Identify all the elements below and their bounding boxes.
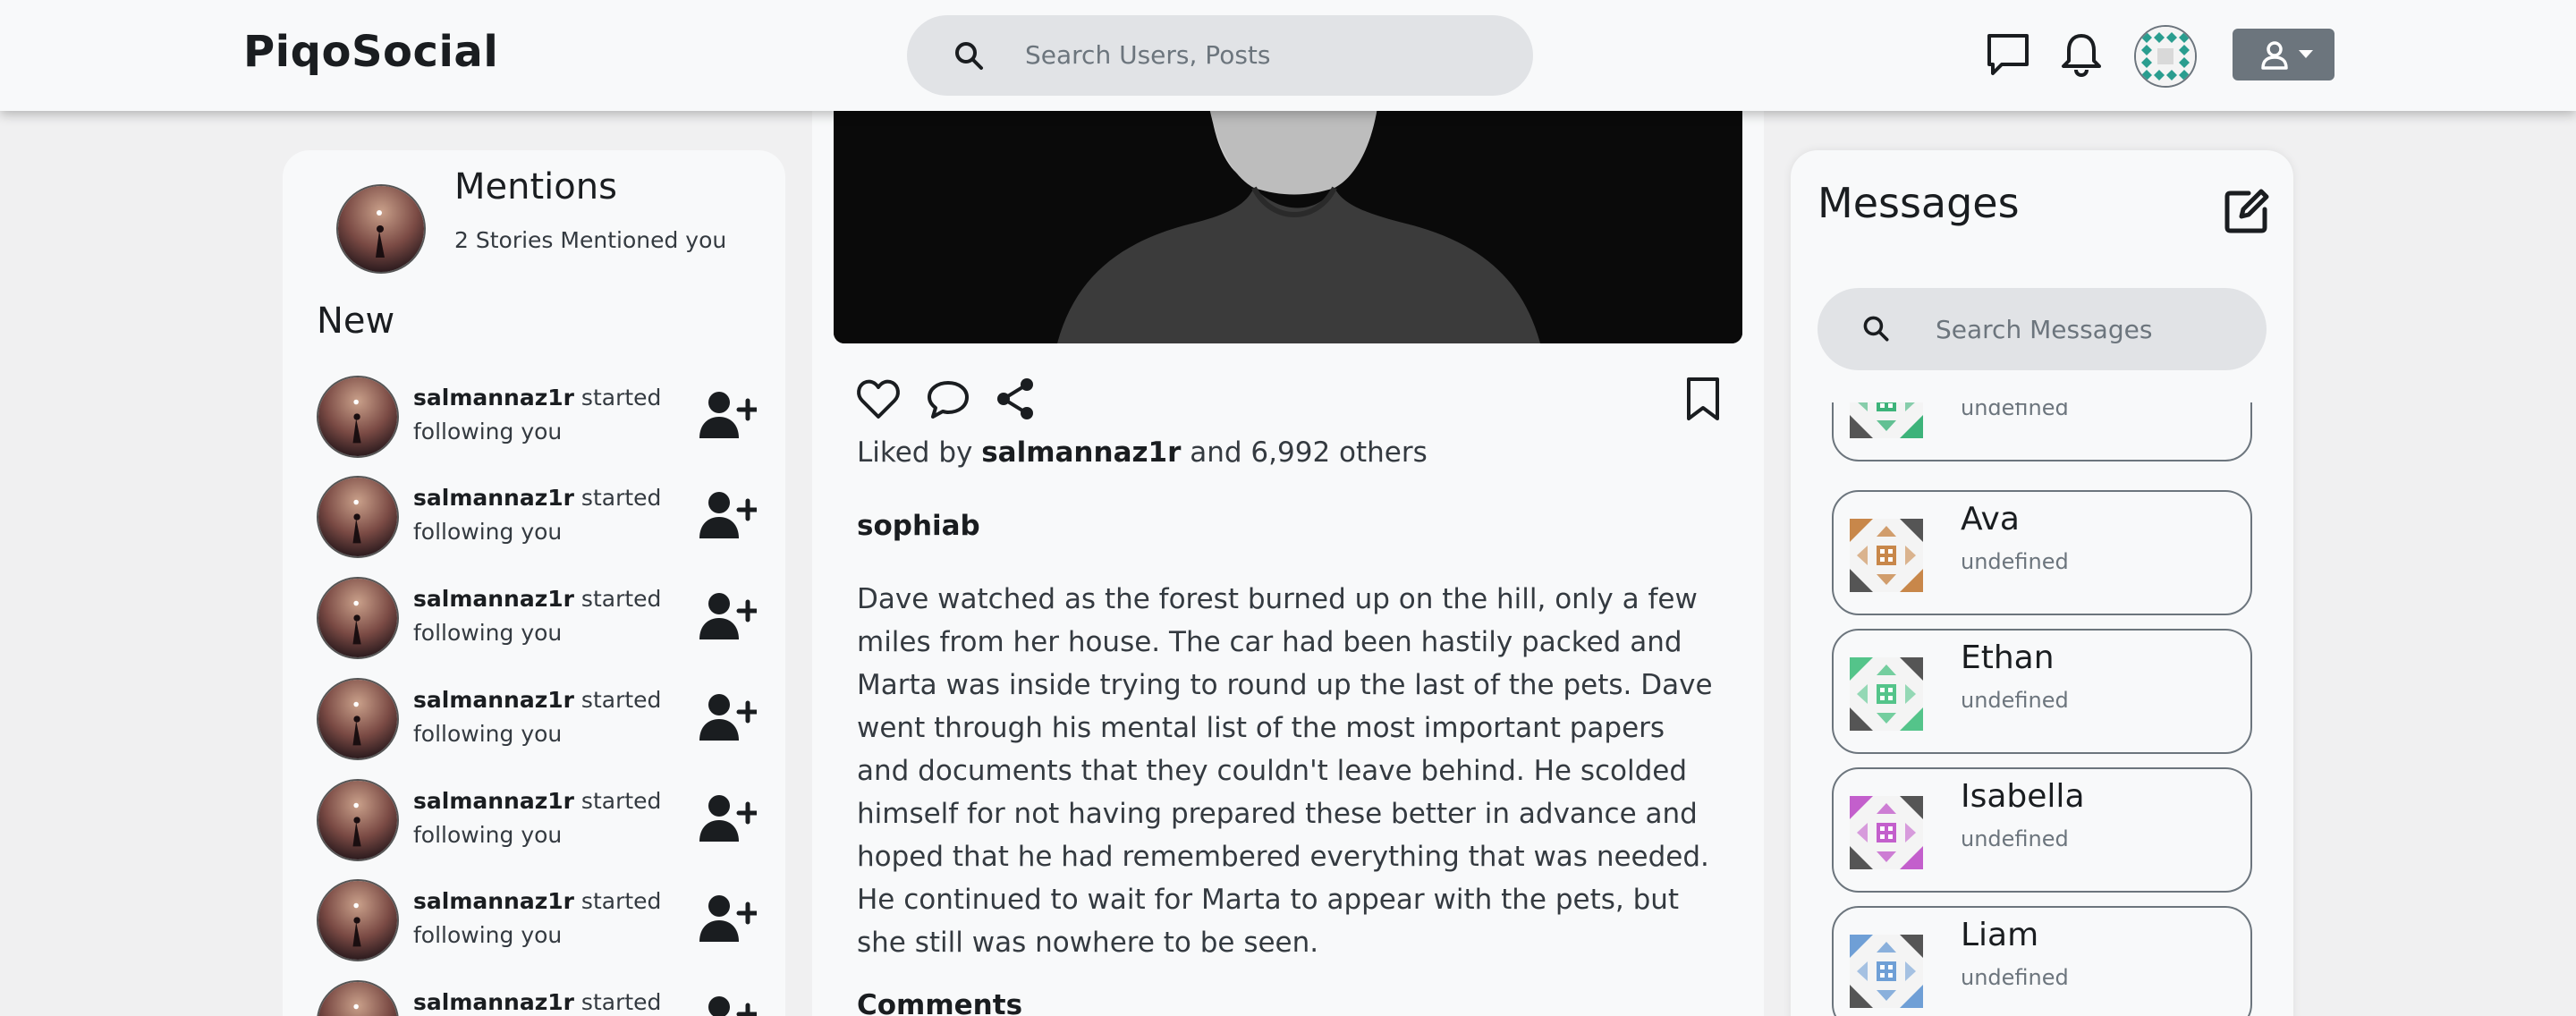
identicon-avatar-icon: [2136, 27, 2195, 86]
notification-text: salmannaz1r started following you: [413, 885, 664, 952]
follow-back-icon[interactable]: [698, 792, 757, 845]
notification-text: salmannaz1r started following you: [413, 481, 664, 549]
message-contact-name: Liam: [1961, 917, 2039, 953]
new-section-title: New: [317, 301, 395, 342]
message-item[interactable]: Ava undefined: [1832, 490, 2252, 615]
message-contact-name: Ava: [1961, 501, 2020, 538]
search-icon: [1863, 316, 1889, 342]
notification-user[interactable]: salmannaz1r: [413, 687, 574, 713]
message-contact-name: Isabella: [1961, 778, 2085, 815]
follower-avatar[interactable]: [317, 476, 399, 558]
message-search-input[interactable]: Search Messages: [1818, 288, 2267, 370]
message-preview: undefined: [1961, 826, 2069, 851]
identicon-avatar-icon: [1850, 657, 1923, 731]
message-item[interactable]: Ethan undefined: [1832, 629, 2252, 754]
liked-prefix: Liked by: [857, 436, 982, 469]
search-placeholder: Search Users, Posts: [1025, 40, 1271, 70]
sunset-photo-icon: [318, 680, 397, 758]
like-heart-icon[interactable]: [855, 376, 902, 422]
liked-by-text[interactable]: Liked by salmannaz1r and 6,992 others: [857, 436, 1428, 469]
notification-text: salmannaz1r started following you: [413, 784, 664, 852]
follow-back-icon[interactable]: [698, 388, 757, 442]
message-preview: undefined: [1961, 549, 2069, 574]
message-search-placeholder: Search Messages: [1936, 315, 2153, 344]
identicon-avatar-icon: [1850, 402, 1923, 438]
notification-user[interactable]: salmannaz1r: [413, 586, 574, 612]
comment-icon[interactable]: [925, 376, 971, 422]
sunset-photo-icon: [318, 881, 397, 960]
sunset-photo-icon: [338, 186, 424, 272]
notification-message: started: [573, 989, 662, 1015]
message-preview: undefined: [1961, 688, 2069, 713]
liked-suffix: and 6,992 others: [1181, 436, 1428, 469]
notification-user[interactable]: salmannaz1r: [413, 385, 574, 411]
post-caption: Dave watched as the forest burned up on …: [857, 583, 1713, 959]
notification-user[interactable]: salmannaz1r: [413, 888, 574, 914]
follower-avatar[interactable]: [317, 577, 399, 659]
notification-item[interactable]: salmannaz1r started following you: [317, 678, 764, 764]
message-item[interactable]: undefined: [1832, 402, 2252, 461]
follow-back-icon[interactable]: [698, 589, 757, 643]
liked-by-user[interactable]: salmannaz1r: [981, 436, 1181, 469]
notification-text: salmannaz1r started following you: [413, 381, 664, 449]
mentions-subtitle[interactable]: 2 Stories Mentioned you: [454, 227, 726, 253]
search-input[interactable]: Search Users, Posts: [907, 15, 1533, 96]
chat-icon[interactable]: [1984, 30, 2032, 79]
profile-avatar[interactable]: [2134, 25, 2197, 88]
comments-title: Comments: [857, 989, 1023, 1016]
notification-text: salmannaz1r started following you: [413, 582, 664, 650]
follow-back-icon[interactable]: [698, 690, 757, 744]
follower-avatar[interactable]: [317, 980, 399, 1016]
user-menu-dropdown-button[interactable]: [2233, 29, 2334, 80]
bookmark-icon[interactable]: [1680, 376, 1726, 422]
message-item[interactable]: Isabella undefined: [1832, 767, 2252, 893]
search-icon: [955, 42, 983, 70]
identicon-avatar-icon: [1850, 935, 1923, 1008]
message-preview: undefined: [1961, 965, 2069, 990]
message-contact-name: Ethan: [1961, 639, 2055, 676]
share-icon[interactable]: [993, 376, 1039, 422]
notification-item[interactable]: salmannaz1r started following you: [317, 577, 764, 663]
follower-avatar[interactable]: [317, 376, 399, 458]
follower-avatar[interactable]: [317, 779, 399, 861]
bell-icon[interactable]: [2057, 30, 2106, 79]
notification-text: salmannaz1r started following you: [413, 683, 664, 751]
sunset-photo-icon: [318, 377, 397, 456]
message-preview: undefined: [1961, 402, 2069, 420]
mentions-title: Mentions: [454, 166, 617, 207]
sunset-photo-icon: [318, 982, 397, 1016]
post-author[interactable]: sophiab: [857, 510, 980, 542]
post-image[interactable]: [834, 72, 1742, 343]
compose-message-icon[interactable]: [2222, 186, 2272, 236]
sunset-photo-icon: [318, 478, 397, 556]
user-icon: [2261, 41, 2288, 70]
message-item[interactable]: Liam undefined: [1832, 906, 2252, 1016]
follower-avatar[interactable]: [317, 678, 399, 760]
notification-user[interactable]: salmannaz1r: [413, 989, 574, 1015]
identicon-avatar-icon: [1850, 519, 1923, 592]
follow-back-icon[interactable]: [698, 892, 757, 945]
caret-down-icon: [2299, 50, 2313, 58]
sunset-photo-icon: [318, 579, 397, 657]
message-list[interactable]: undefined Ava undefined Ethan undefined …: [1818, 402, 2267, 1016]
sunset-photo-icon: [318, 781, 397, 859]
portrait-photo-icon: [834, 72, 1742, 343]
notification-user[interactable]: salmannaz1r: [413, 485, 574, 511]
notification-user[interactable]: salmannaz1r: [413, 788, 574, 814]
notification-item[interactable]: salmannaz1r started following you: [317, 476, 764, 562]
top-navbar: PiqoSocial Search Users, Posts: [0, 0, 2576, 111]
notification-item[interactable]: salmannaz1r started following you: [317, 376, 764, 461]
notification-text: salmannaz1r started: [413, 986, 664, 1016]
brand-logo[interactable]: PiqoSocial: [243, 27, 498, 77]
notification-item[interactable]: salmannaz1r started following you: [317, 779, 764, 865]
mentions-avatar[interactable]: [336, 184, 426, 274]
notification-item[interactable]: salmannaz1r started: [317, 980, 764, 1016]
notification-item[interactable]: salmannaz1r started following you: [317, 879, 764, 965]
follower-avatar[interactable]: [317, 879, 399, 961]
follow-back-icon[interactable]: [698, 993, 757, 1016]
identicon-avatar-icon: [1850, 796, 1923, 869]
messages-title: Messages: [1818, 179, 2020, 227]
follow-back-icon[interactable]: [698, 488, 757, 542]
